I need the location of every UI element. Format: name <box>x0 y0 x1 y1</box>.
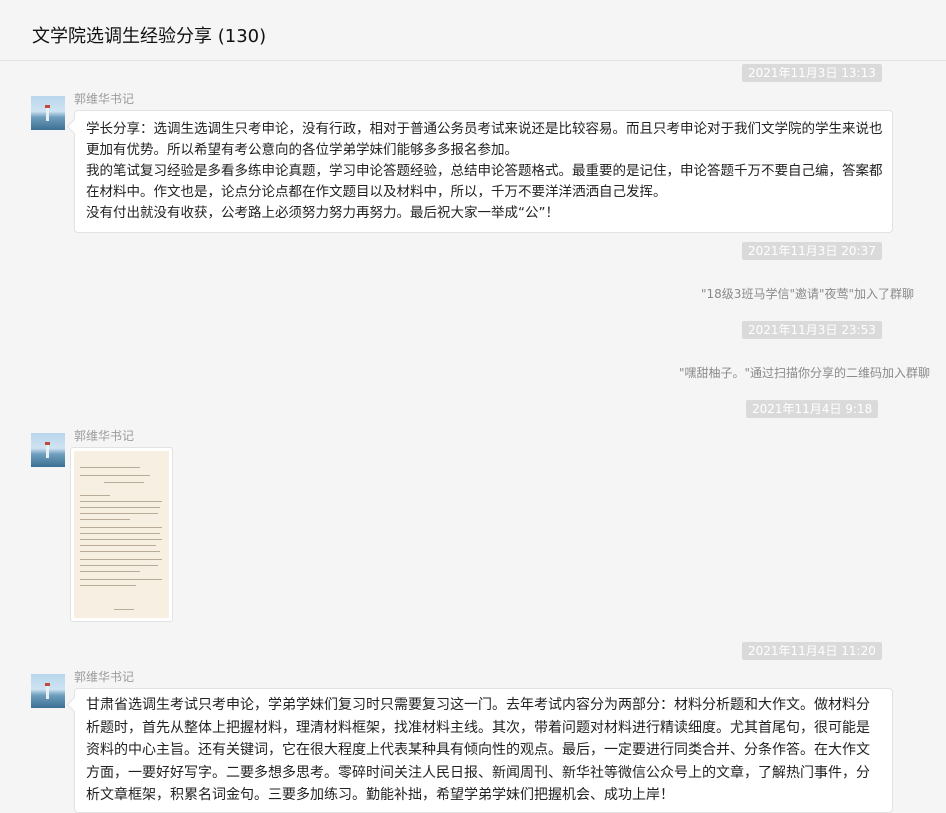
chat-header: 文学院选调生经验分享 (130) <box>0 0 946 61</box>
handwritten-note-image <box>74 451 169 618</box>
sender-name: 郭维华书记 <box>74 429 135 443</box>
timestamp: 2021年11月4日 11:20 <box>742 642 882 660</box>
lighthouse-icon <box>46 444 49 458</box>
system-notice: "嘿甜柚子。"通过扫描你分享的二维码加入群聊 <box>678 366 930 380</box>
message-paragraph: 甘肃省选调生考试只考申论，学弟学妹们复习时只需要复习这一门。去年考试内容分为两部… <box>86 697 870 803</box>
lighthouse-icon <box>46 107 49 121</box>
timestamp: 2021年11月3日 20:37 <box>742 242 882 260</box>
message-paragraph: 我的笔试复习经验是多看多练申论真题，学习申论答题经验，总结申论答题格式。最重要的… <box>86 163 883 200</box>
image-message[interactable] <box>70 447 173 622</box>
timestamp: 2021年11月4日 9:18 <box>746 400 879 418</box>
message-bubble[interactable]: 甘肃省选调生考试只考申论，学弟学妹们复习时只需要复习这一门。去年考试内容分为两部… <box>74 688 893 813</box>
sender-name: 郭维华书记 <box>74 670 135 684</box>
timestamp: 2021年11月3日 23:53 <box>742 321 882 339</box>
system-notice: "18级3班马学信"邀请"夜莺"加入了群聊 <box>701 287 914 301</box>
timestamp: 2021年11月3日 13:13 <box>742 64 882 82</box>
lighthouse-icon <box>46 685 49 699</box>
sender-avatar[interactable] <box>31 433 65 467</box>
sender-avatar[interactable] <box>31 96 65 130</box>
message-paragraph: 没有付出就没有收获，公考路上必须努力努力再努力。最后祝大家一举成“公”！ <box>86 205 559 221</box>
chat-title: 文学院选调生经验分享 (130) <box>32 26 267 47</box>
sender-avatar[interactable] <box>31 674 65 708</box>
message-bubble[interactable]: 学长分享：选调生选调生只考申论，没有行政，相对于普通公务员考试来说还是比较容易。… <box>74 110 893 233</box>
sender-name: 郭维华书记 <box>74 92 135 106</box>
message-paragraph: 学长分享：选调生选调生只考申论，没有行政，相对于普通公务员考试来说还是比较容易。… <box>86 121 883 158</box>
